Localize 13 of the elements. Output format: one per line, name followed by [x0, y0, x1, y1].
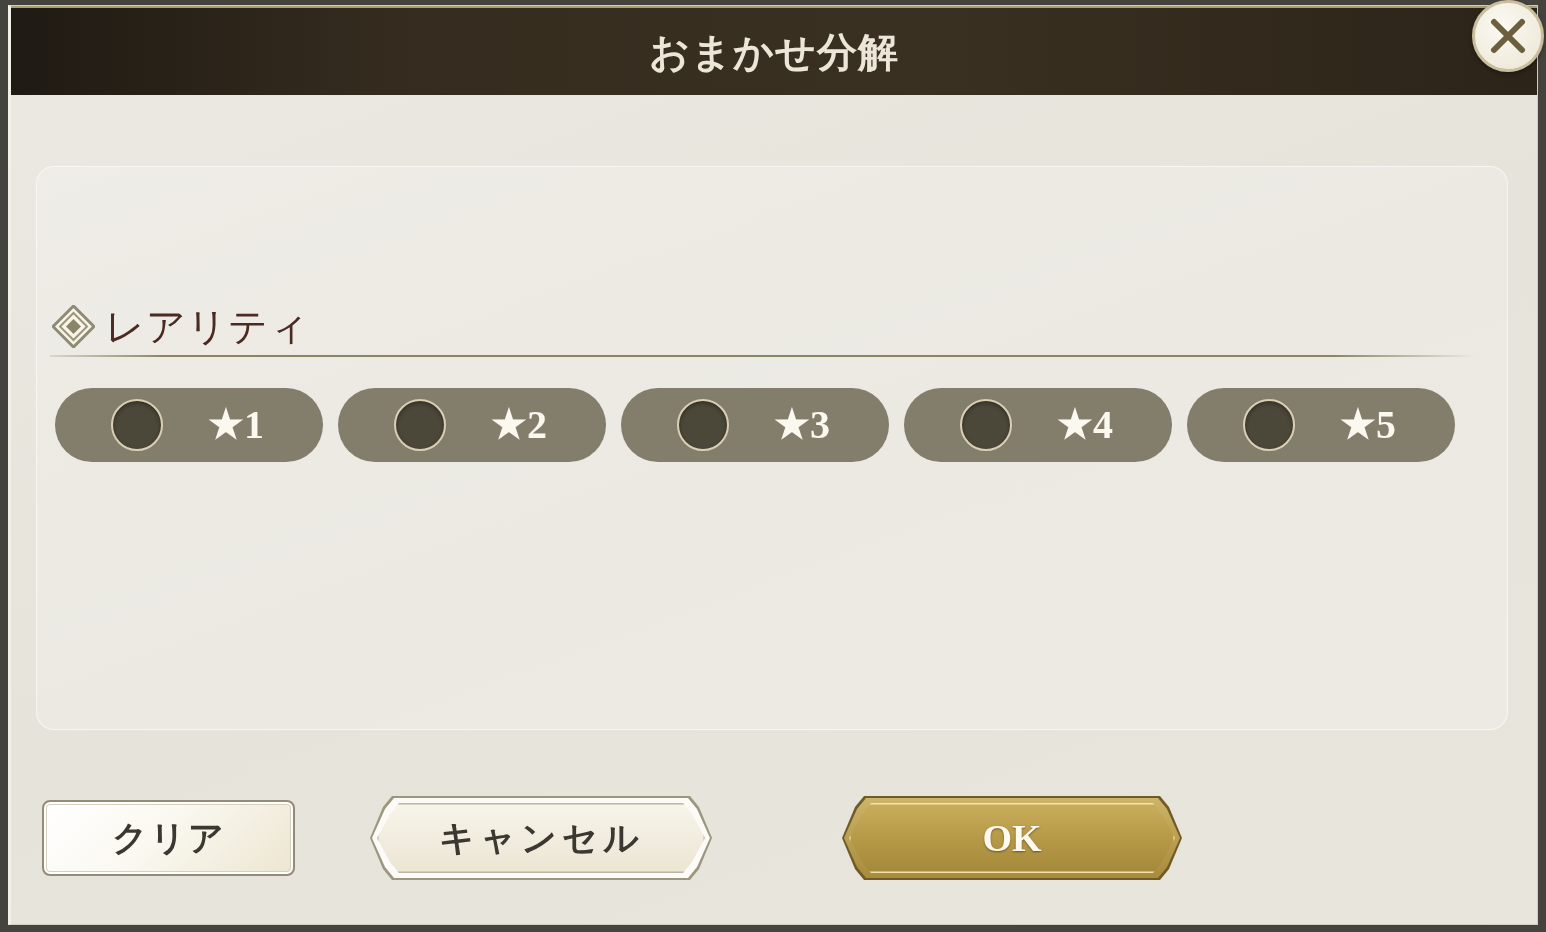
close-button[interactable] [1472, 0, 1544, 72]
rarity-option[interactable]: ★3 [621, 388, 889, 462]
diamond-icon [52, 304, 95, 348]
rarity-option[interactable]: ★5 [1187, 388, 1455, 462]
section-heading: レアリティ [105, 306, 310, 346]
ok-button[interactable]: OK [842, 796, 1182, 880]
rarity-option[interactable]: ★1 [55, 388, 323, 462]
rarity-option[interactable]: ★2 [338, 388, 606, 462]
cancel-button[interactable]: キャンセル [370, 796, 712, 880]
rarity-option[interactable]: ★4 [904, 388, 1172, 462]
close-icon [1490, 18, 1526, 54]
clear-button[interactable]: クリア [42, 800, 295, 876]
dialog-title: おまかせ分解 [649, 31, 899, 72]
